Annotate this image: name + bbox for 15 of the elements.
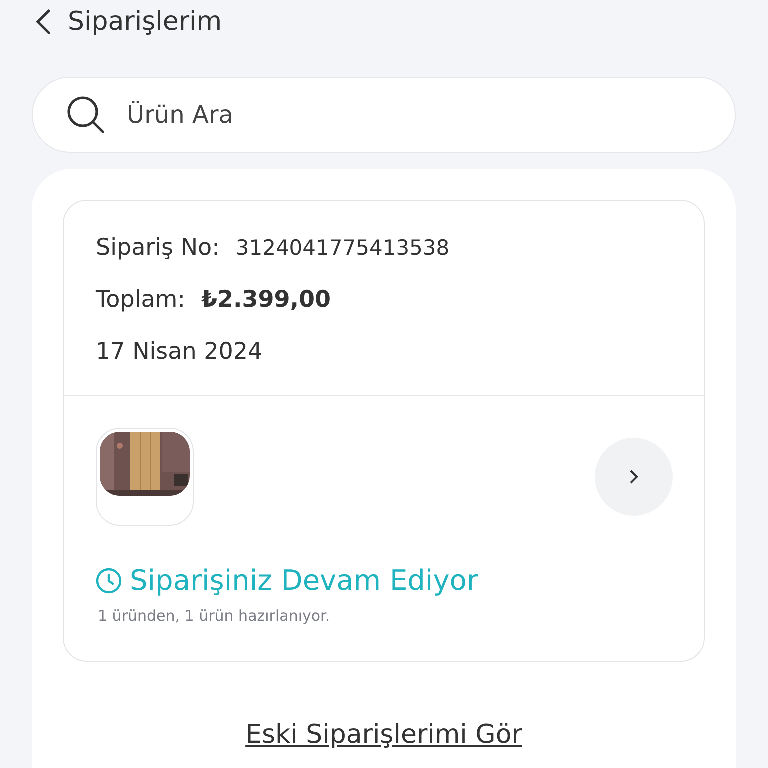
order-number-label: Sipariş No:	[96, 235, 220, 261]
order-status: Siparişiniz Devam Ediyor	[130, 564, 478, 597]
back-icon	[35, 9, 51, 35]
total-amount: ₺2.399,00	[201, 287, 331, 313]
search-field[interactable]: Ürün Ara	[32, 77, 736, 153]
product-thumbnail[interactable]	[96, 428, 194, 526]
total-label: Toplam:	[96, 287, 186, 313]
search-icon	[66, 95, 106, 135]
status-detail: 1 üründen, 1 ürün hazırlanıyor.	[97, 606, 332, 627]
order-date: 17 Nisan 2024	[96, 339, 263, 365]
order-number: 3124041775413538	[236, 236, 450, 260]
clock-icon	[96, 568, 122, 594]
old-orders-link[interactable]: Eski Siparişlerimi Gör	[246, 720, 522, 750]
page-title: Siparişlerim	[68, 7, 222, 37]
chevron-icon	[629, 469, 639, 485]
